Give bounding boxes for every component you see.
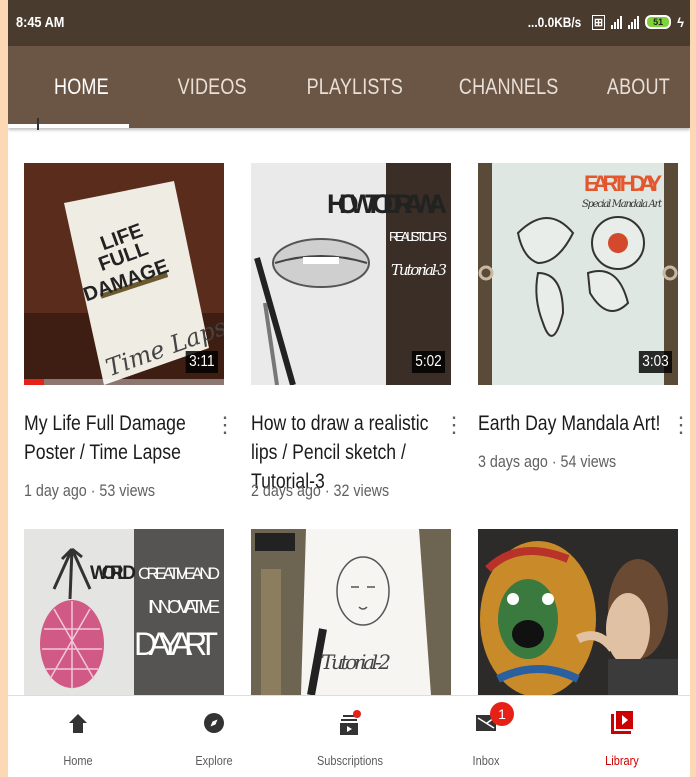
tab-indicator <box>8 124 129 128</box>
video-duration: 3:11 <box>185 351 218 373</box>
nav-label: Subscriptions <box>316 754 384 768</box>
thumb-text: REALISTIC LIPS <box>389 229 447 244</box>
video-title[interactable]: Earth Day Mandala Art! <box>478 409 664 438</box>
nav-label: Library <box>605 754 639 768</box>
video-thumbnail[interactable]: HOW TO DRAW A REALISTIC LIPS Tutorial-3 … <box>251 163 451 385</box>
battery-icon: 51 <box>645 15 672 29</box>
bottom-navigation: Home Explore Subscriptions 1 Inbox Libra… <box>8 695 690 777</box>
more-options-icon[interactable]: ⋮ <box>670 414 690 436</box>
status-bar: 8:45 AM ...0.0KB/s ⊞ 51 ϟ <box>8 0 690 46</box>
app-screen: 8:45 AM ...0.0KB/s ⊞ 51 ϟ HOME VIDEOS PL… <box>8 0 690 777</box>
tab-about[interactable]: ABOUT <box>607 74 670 100</box>
nav-library[interactable]: Library <box>562 706 682 768</box>
thumbnail-art: WORLD CREATIVE AND INNOVATIVE DAY ART <box>24 529 224 695</box>
nav-subscriptions[interactable]: Subscriptions <box>290 706 410 768</box>
nav-explore[interactable]: Explore <box>154 706 274 768</box>
video-meta: 2 days ago · 32 views <box>251 481 390 500</box>
subscriptions-icon <box>290 706 410 740</box>
inbox-badge: 1 <box>490 702 514 726</box>
tab-videos[interactable]: VIDEOS <box>178 74 247 100</box>
watch-progress <box>24 379 224 385</box>
thumbnail-art <box>478 529 678 695</box>
video-thumbnail[interactable]: LIFE FULL DAMAGE Time Lapse 3:11 <box>24 163 224 385</box>
tab-playlists[interactable]: PLAYLISTS <box>307 74 403 100</box>
nav-label: Inbox <box>472 754 500 768</box>
thumb-text: CREATIVE AND <box>138 564 220 583</box>
network-speed: ...0.0KB/s <box>527 14 582 30</box>
tab-channels[interactable]: CHANNELS <box>459 74 559 100</box>
thumb-text: WORLD <box>90 563 136 584</box>
thumb-text: HOW TO DRAW A <box>327 189 447 219</box>
watch-progress-fill <box>24 379 44 385</box>
thumb-text: Tutorial-3 <box>391 261 447 279</box>
video-duration: 5:02 <box>411 351 445 373</box>
signal-icon <box>611 15 623 29</box>
thumb-text: Special Mandala Art <box>582 199 663 210</box>
video-thumbnail[interactable] <box>478 529 678 695</box>
signal-icon-2 <box>628 15 640 29</box>
charging-icon: ϟ <box>677 14 684 30</box>
video-thumbnail[interactable]: WORLD CREATIVE AND INNOVATIVE DAY ART <box>24 529 224 695</box>
inbox-icon: 1 <box>426 702 546 740</box>
thumb-text: Tutorial-2 <box>321 650 391 674</box>
video-title[interactable]: My Life Full Damage Poster / Time Lapse <box>24 409 210 467</box>
divider-mark <box>37 118 39 130</box>
thumb-text: EARTH DAY <box>584 171 662 196</box>
video-meta: 3 days ago · 54 views <box>478 452 617 471</box>
nav-label: Home <box>63 754 93 768</box>
tab-home[interactable]: HOME <box>54 74 109 100</box>
video-duration: 3:03 <box>638 351 672 373</box>
status-time: 8:45 AM <box>16 14 65 31</box>
thumbnail-art: Tutorial-2 <box>251 529 451 695</box>
more-options-icon[interactable]: ⋮ <box>214 414 236 436</box>
home-icon <box>18 706 138 740</box>
video-meta: 1 day ago · 53 views <box>24 481 155 500</box>
video-thumbnail[interactable]: Tutorial-2 <box>251 529 451 695</box>
hd-icon: ⊞ <box>591 14 606 30</box>
library-icon <box>562 706 682 740</box>
nav-label: Explore <box>195 754 233 768</box>
nav-home[interactable]: Home <box>18 706 138 768</box>
thumb-text: INNOVATIVE <box>148 597 220 617</box>
thumb-text: DAY ART <box>134 626 218 662</box>
video-thumbnail[interactable]: EARTH DAY Special Mandala Art 3:03 <box>478 163 678 385</box>
nav-inbox[interactable]: 1 Inbox <box>426 702 546 768</box>
compass-icon <box>154 706 274 740</box>
more-options-icon[interactable]: ⋮ <box>443 414 465 436</box>
channel-tabs: HOME VIDEOS PLAYLISTS CHANNELS ABOUT <box>8 46 690 128</box>
status-icons: ...0.0KB/s ⊞ 51 ϟ <box>523 14 684 30</box>
